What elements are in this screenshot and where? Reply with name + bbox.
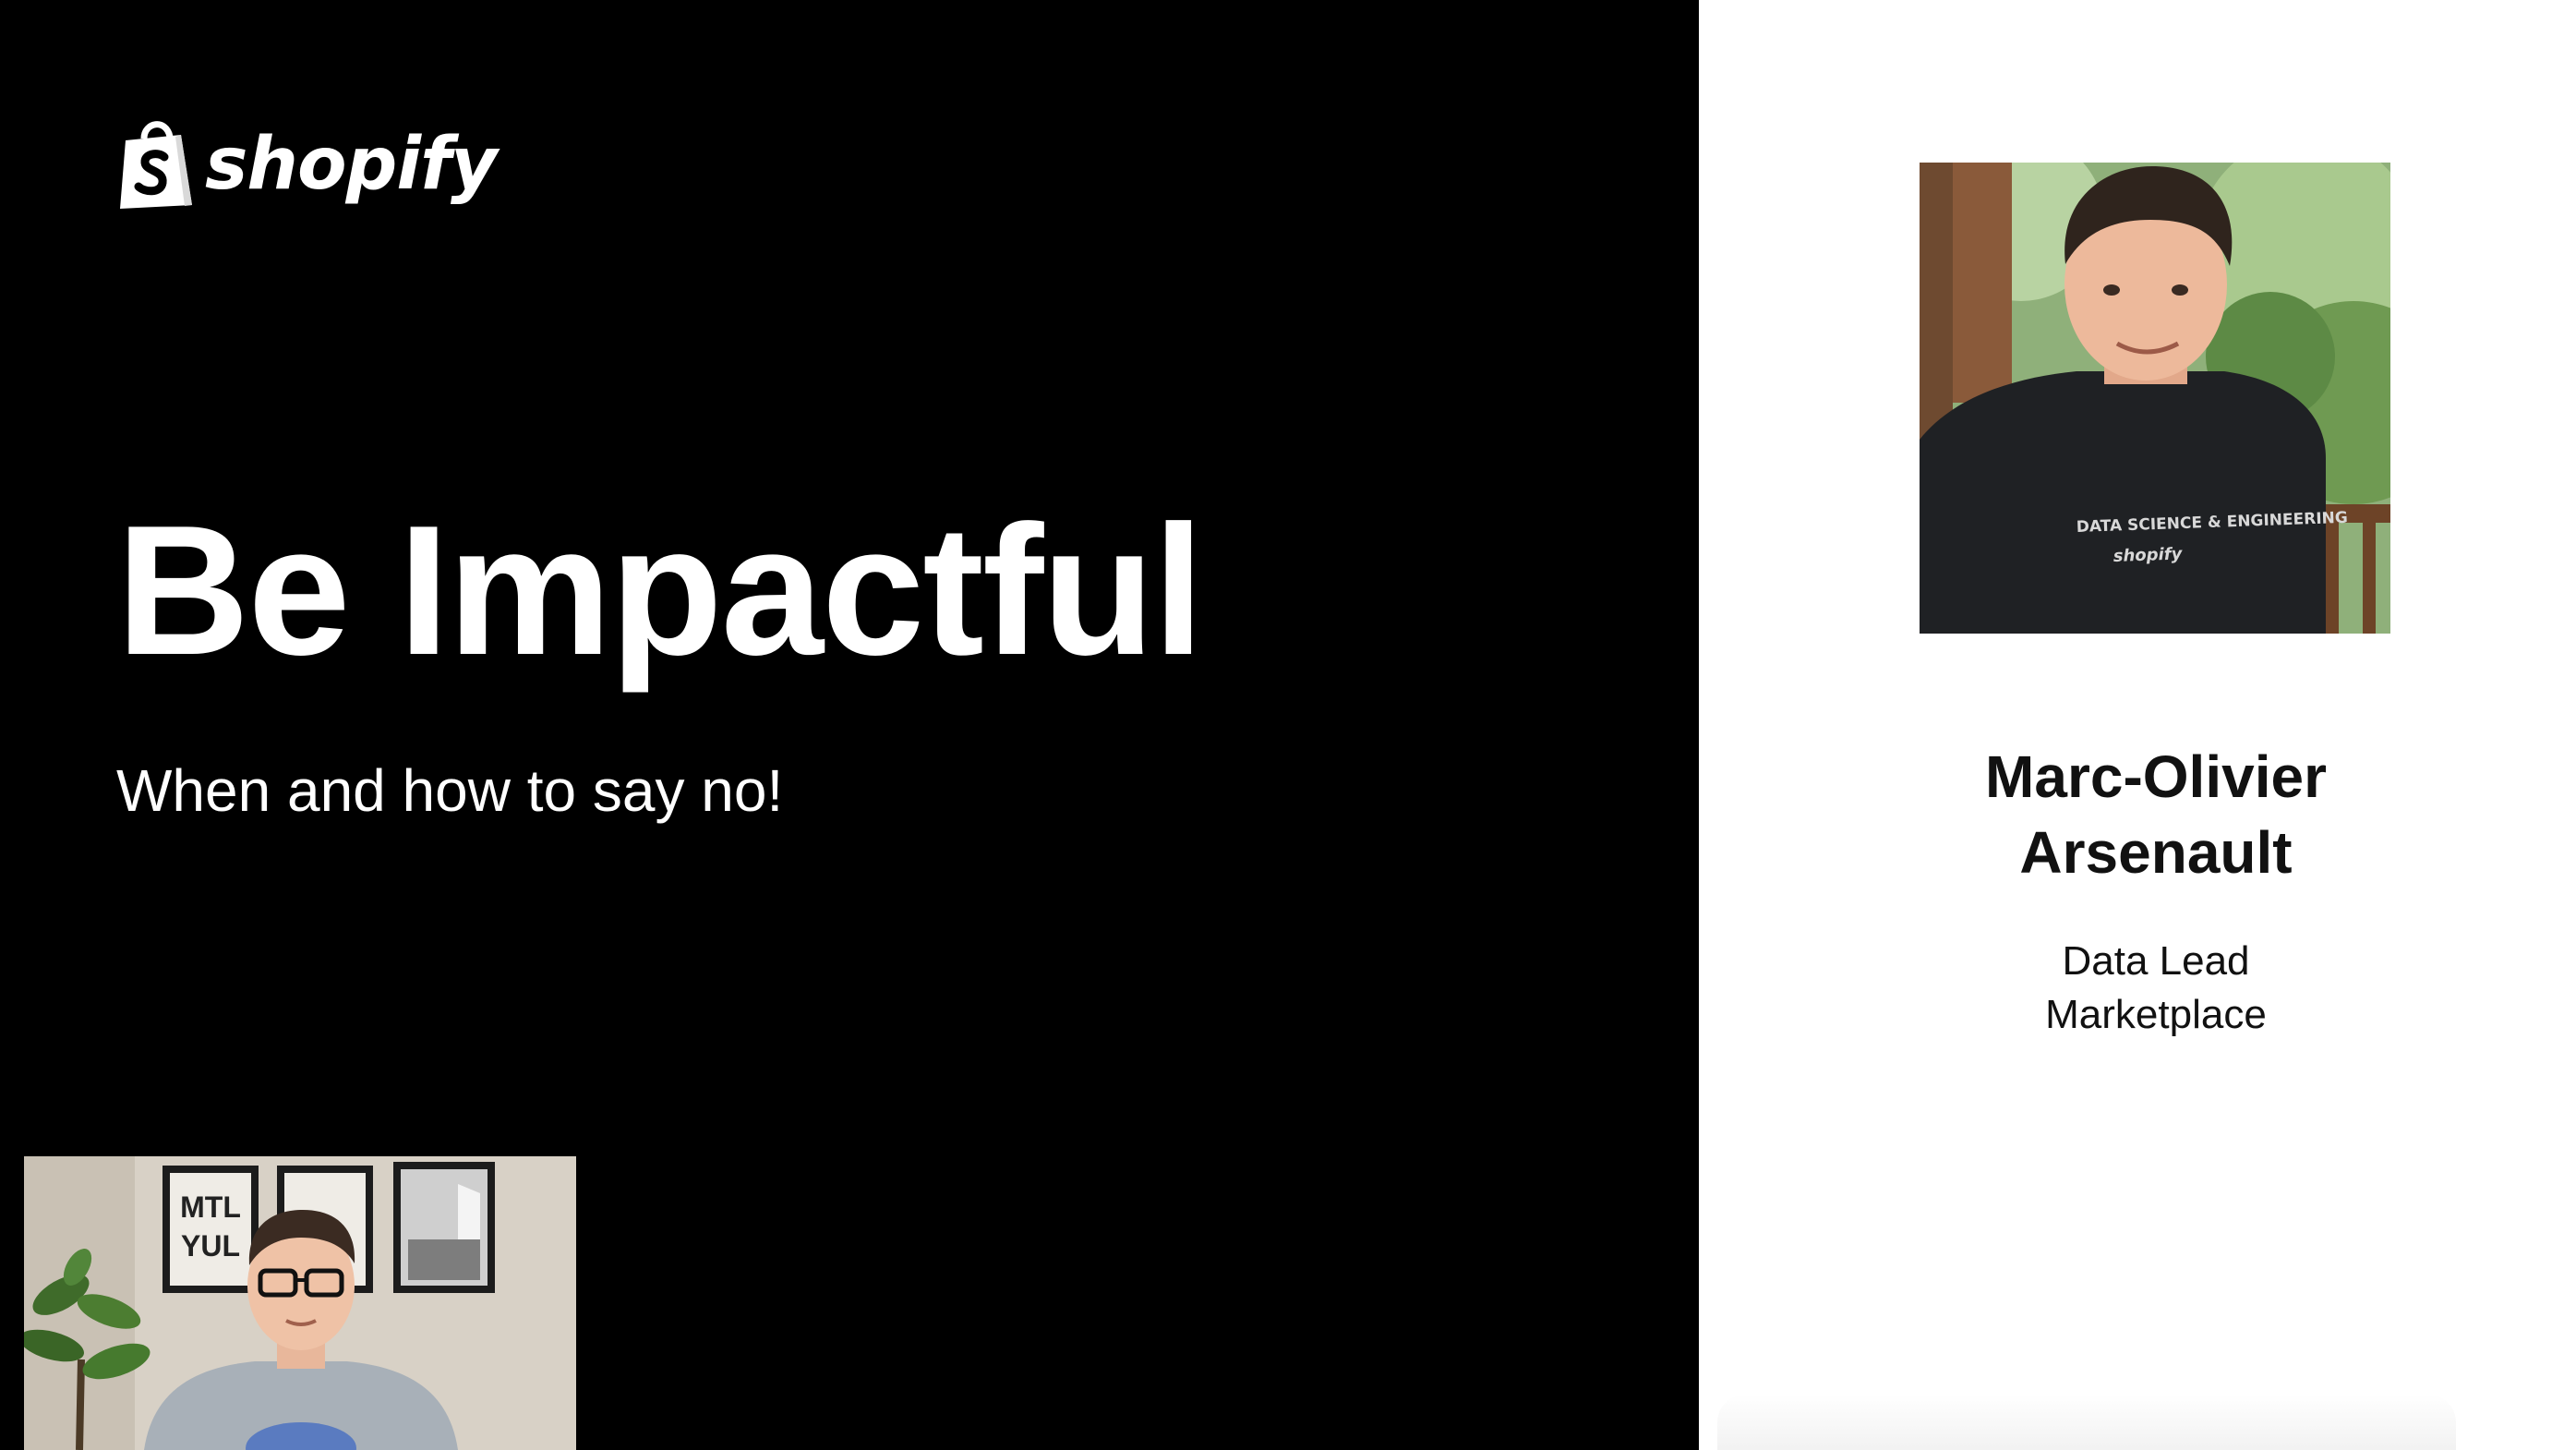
shopify-logo: shopify: [116, 116, 498, 212]
speaker-role-title: Data Lead: [2062, 938, 2250, 984]
presentation-slide: shopify Be Impactful When and how to say…: [0, 0, 2576, 1450]
speaker-name: Marc-Olivier Arsenault: [1699, 739, 2576, 890]
slide-title: Be Impactful: [116, 488, 1204, 694]
bottom-edge-shadow: [1717, 1395, 2456, 1450]
webcam-scene: MTL YUL: [24, 1156, 576, 1450]
speaker-photo-scene: DATA SCIENCE & ENGINEERING shopify: [1920, 163, 2390, 634]
speaker-role-team: Marketplace: [2045, 992, 2267, 1037]
shirt-logo: shopify: [2113, 544, 2183, 566]
shopify-bag-icon: [120, 121, 192, 209]
frame-text-line1: MTL: [180, 1190, 241, 1224]
slide-main-panel: shopify Be Impactful When and how to say…: [0, 0, 1699, 1450]
speaker-name-first: Marc-Olivier: [1985, 743, 2327, 810]
frame-text-line2: YUL: [181, 1229, 240, 1263]
slide-subtitle: When and how to say no!: [116, 757, 784, 824]
shopify-wordmark: shopify: [205, 123, 498, 206]
speaker-photo: DATA SCIENCE & ENGINEERING shopify: [1920, 163, 2390, 634]
speaker-role: Data Lead Marketplace: [1699, 935, 2576, 1042]
webcam-feed: MTL YUL: [24, 1156, 576, 1450]
speaker-name-last: Arsenault: [2019, 819, 2293, 886]
